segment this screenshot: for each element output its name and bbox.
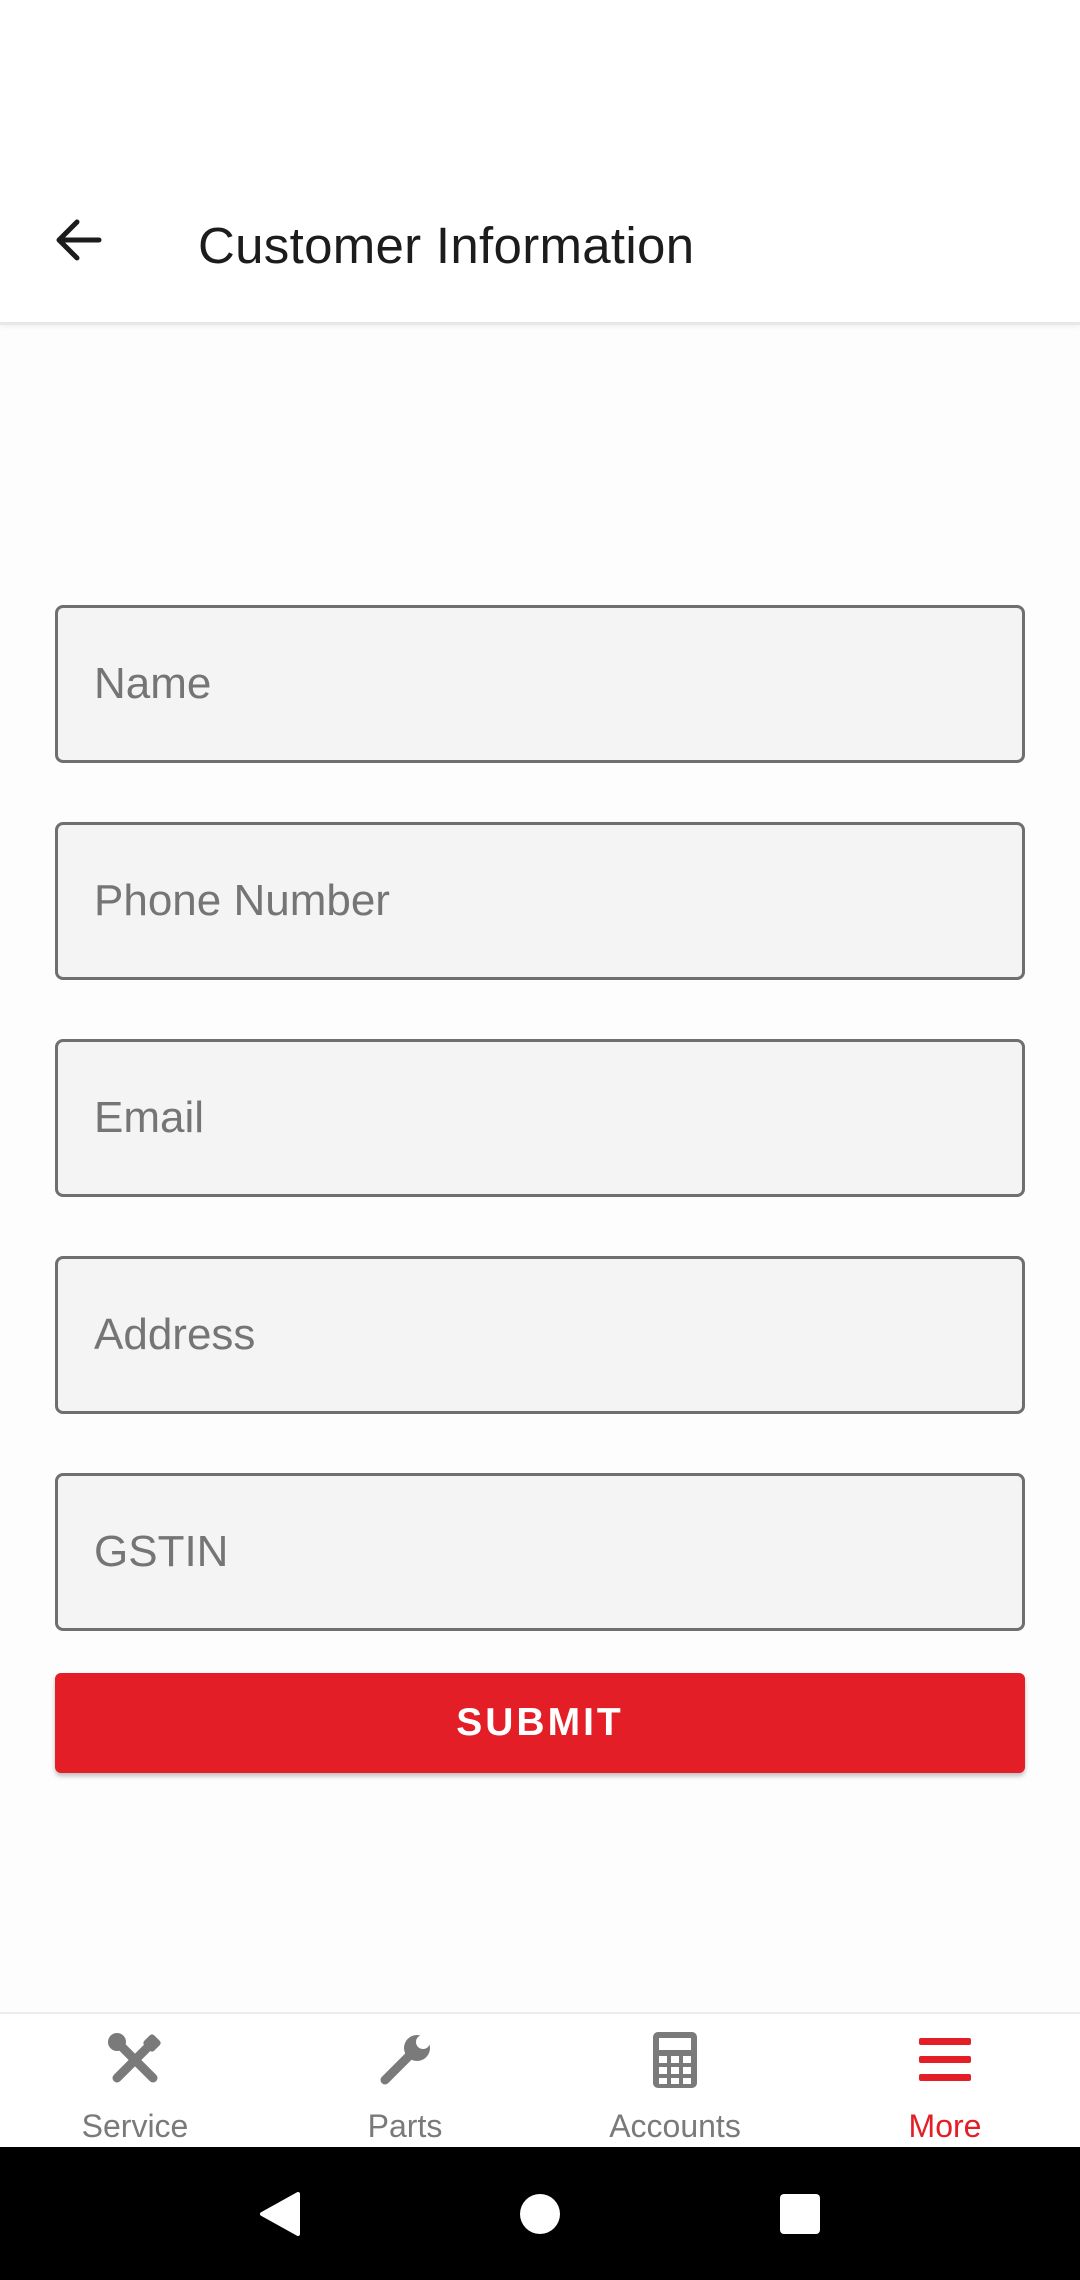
nav-label-service: Service (81, 2108, 189, 2144)
name-field[interactable] (55, 605, 1025, 763)
back-button[interactable] (38, 200, 118, 280)
phone-field[interactable] (55, 822, 1025, 980)
calculator-icon (643, 2028, 707, 2092)
email-input[interactable] (94, 1042, 1022, 1194)
gstin-field[interactable] (55, 1473, 1025, 1631)
customer-form: SUBMIT (55, 605, 1025, 1773)
gstin-input[interactable] (94, 1476, 1022, 1628)
address-input[interactable] (94, 1259, 1022, 1411)
nav-label-parts: Parts (367, 2108, 443, 2144)
page-title: Customer Information (198, 217, 695, 274)
nav-item-parts[interactable]: Parts (270, 2014, 540, 2147)
app-bar: Customer Information (0, 160, 1080, 325)
bottom-nav: Service Parts Accounts More (0, 2012, 1080, 2147)
name-input[interactable] (94, 608, 1022, 760)
system-navigation-bar (0, 2147, 1080, 2280)
system-home-button[interactable] (510, 2184, 570, 2244)
triangle-back-icon (260, 2191, 300, 2236)
nav-item-more[interactable]: More (810, 2014, 1080, 2147)
nav-item-accounts[interactable]: Accounts (540, 2014, 810, 2147)
arrow-back-icon (56, 219, 102, 261)
circle-home-icon (520, 2193, 560, 2234)
wrench-icon (373, 2028, 437, 2092)
nav-label-accounts: Accounts (609, 2108, 741, 2144)
submit-button[interactable]: SUBMIT (55, 1673, 1025, 1773)
system-recents-button[interactable] (770, 2184, 830, 2244)
phone-input[interactable] (94, 825, 1022, 977)
nav-label-more: More (908, 2108, 982, 2144)
system-back-button[interactable] (250, 2184, 310, 2244)
tools-icon (103, 2028, 167, 2092)
menu-icon (913, 2028, 977, 2092)
square-recents-icon (780, 2193, 820, 2234)
status-bar (0, 0, 1080, 160)
nav-item-service[interactable]: Service (0, 2014, 270, 2147)
email-field[interactable] (55, 1039, 1025, 1197)
address-field[interactable] (55, 1256, 1025, 1414)
